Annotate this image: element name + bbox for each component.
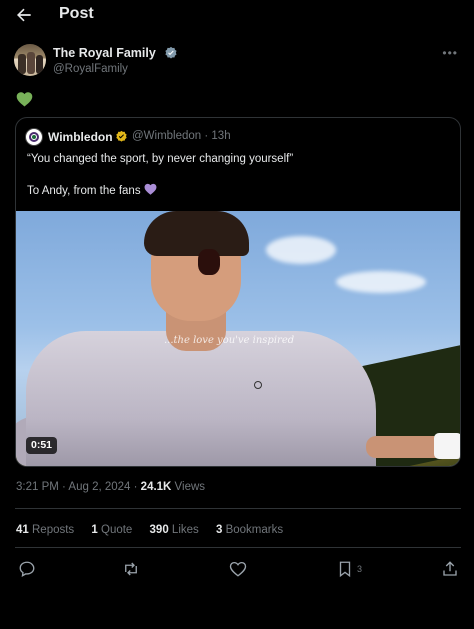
divider [15, 547, 461, 548]
divider [15, 508, 461, 509]
post-author: The Royal Family @RoyalFamily ••• [14, 44, 460, 80]
action-bar: 3 [0, 560, 474, 582]
repost-icon[interactable] [122, 560, 140, 578]
avatar[interactable] [14, 44, 46, 76]
wristband [434, 433, 460, 459]
reposts-stat[interactable]: 41 Reposts [16, 524, 74, 536]
verified-badge-icon [165, 46, 177, 59]
more-options-icon[interactable]: ••• [442, 46, 458, 60]
like-icon[interactable] [229, 560, 247, 578]
purple-heart-icon [144, 183, 157, 195]
quotes-stat[interactable]: 1 Quote [91, 524, 132, 536]
shirt-logo-icon [254, 381, 262, 389]
post-time[interactable]: 3:21 PM · Aug 2, 2024 · [16, 481, 141, 493]
page-title: Post [59, 5, 94, 22]
quoted-text-line-2: To Andy, from the fans [27, 183, 157, 197]
author-name[interactable]: The Royal Family [53, 46, 156, 60]
share-icon[interactable] [441, 560, 459, 578]
top-bar: Post [0, 0, 474, 32]
quoted-post[interactable]: Wimbledon @Wimbledon · 13h “You changed … [15, 117, 461, 467]
bookmarks-stat[interactable]: 3 Bookmarks [216, 524, 283, 536]
engagement-stats: 41 Reposts 1 Quote 390 Likes 3 Bookmarks [16, 524, 297, 536]
post-timestamp: 3:21 PM · Aug 2, 2024 · 24.1K Views [16, 481, 205, 493]
quoted-handle-time: @Wimbledon · 13h [132, 130, 231, 142]
quoted-text-line: “You changed the sport, by never changin… [27, 153, 294, 165]
bookmark-count: 3 [357, 564, 363, 574]
views-label: Views [171, 481, 206, 493]
likes-stat[interactable]: 390 Likes [150, 524, 199, 536]
bookmark-icon[interactable] [336, 560, 354, 578]
green-heart-icon [16, 92, 33, 107]
back-arrow-icon[interactable] [14, 5, 34, 25]
views-count: 24.1K [140, 481, 172, 493]
wimbledon-avatar[interactable] [25, 128, 43, 146]
video-duration: 0:51 [26, 437, 58, 454]
verified-gold-badge-icon [116, 130, 127, 142]
player-shirt [26, 331, 376, 466]
video-player[interactable]: ...the love you've inspired 0:51 [16, 211, 460, 466]
reply-icon[interactable] [18, 560, 36, 578]
author-handle[interactable]: @RoyalFamily [53, 63, 128, 75]
quoted-text: To Andy, from the fans [27, 185, 141, 197]
quoted-author-name[interactable]: Wimbledon [48, 130, 113, 144]
video-caption: ...the love you've inspired [164, 335, 295, 346]
